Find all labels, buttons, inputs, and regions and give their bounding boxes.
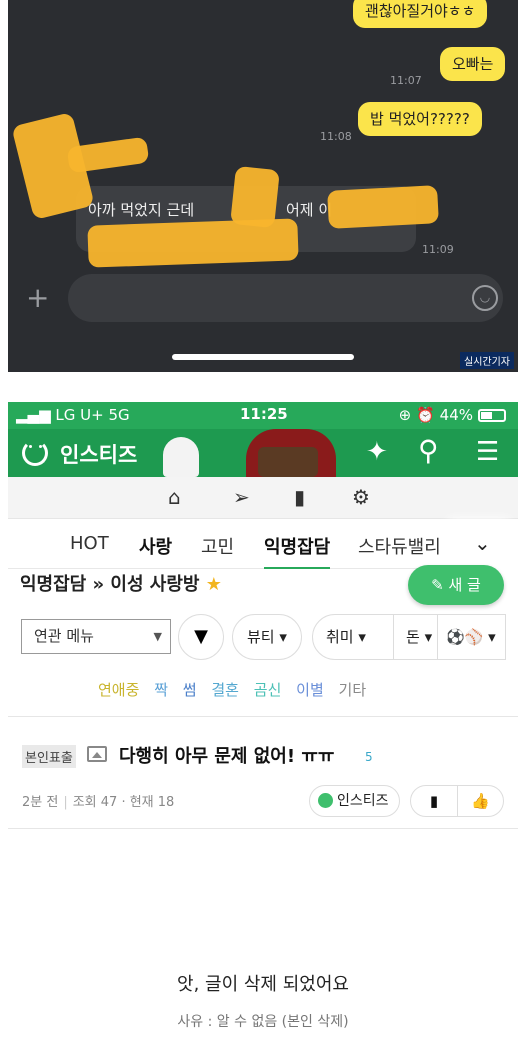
chat-timestamp: 11:09: [422, 243, 454, 256]
deleted-reason: 사유 : 알 수 없음 (본인 삭제): [177, 1014, 349, 1030]
money-filter-pill[interactable]: 돈 ▾: [393, 615, 432, 659]
magic-wand-icon[interactable]: ✦: [366, 437, 388, 467]
watermark: 실시간기자: [460, 352, 514, 369]
censor-mark: [87, 218, 299, 268]
subcategory-list: 연애중 짝 썸 결혼 곰신 이별 기타: [98, 679, 376, 700]
category-military[interactable]: 곰신: [254, 681, 282, 699]
tab-love[interactable]: 사랑: [139, 533, 172, 559]
category-crush[interactable]: 짝: [154, 681, 168, 699]
deleted-message: 앗, 글이 삭제 되었어요: [177, 974, 349, 995]
holiday-decoration: [163, 437, 199, 477]
filter-icon[interactable]: ▼: [178, 614, 224, 660]
divider: [8, 716, 518, 717]
chat-bubble-mine: 오빠는: [440, 47, 506, 81]
category-breakup[interactable]: 이별: [296, 681, 324, 699]
category-some[interactable]: 썸: [183, 681, 197, 699]
bookmark-icon[interactable]: ▮: [411, 786, 457, 816]
star-icon[interactable]: ★: [206, 574, 222, 595]
chat-input-field[interactable]: ◡ #: [68, 274, 503, 322]
app-header: 인스티즈 ✦ ⚲ ☰: [8, 429, 518, 477]
filter-pill-group: 취미 ▾ 돈 ▾ ⚽⚾ ▾: [312, 614, 506, 660]
board-title: 익명잡담 » 이성 사랑방 ★: [20, 574, 222, 595]
chat-bubble-mine: 괜찮아질거야ㅎㅎ: [353, 0, 488, 28]
chat-input-bar: + ◡ #: [8, 274, 518, 324]
chat-timestamp: 11:07: [390, 74, 422, 87]
chat-text: 아까 먹었지 근데: [88, 201, 195, 219]
send-icon[interactable]: ➢: [233, 485, 250, 509]
tab-stardew-valley[interactable]: 스타듀밸리: [358, 533, 441, 559]
hobby-filter-pill[interactable]: 취미 ▾: [326, 615, 366, 659]
app-logo-text[interactable]: 인스티즈: [60, 439, 137, 469]
category-etc[interactable]: 기타: [339, 681, 367, 699]
logo-icon[interactable]: [22, 440, 48, 466]
alarm-icon: ⊕ ⏰: [398, 406, 435, 424]
beauty-filter-pill[interactable]: 뷰티 ▾: [232, 614, 302, 660]
settings-icon[interactable]: ⚙: [352, 485, 370, 509]
tab-worry[interactable]: 고민: [201, 533, 234, 559]
chat-timestamp: 11:08: [320, 130, 352, 143]
new-post-button[interactable]: ✎ 새 글: [408, 565, 504, 605]
home-icon[interactable]: ⌂: [168, 485, 181, 509]
status-right: ⊕ ⏰ 44%: [399, 406, 506, 424]
bookmark-icon[interactable]: ▮: [294, 485, 305, 509]
tab-hot[interactable]: HOT: [70, 533, 109, 554]
carrier-label: ▂▄▆ LG U+ 5G: [16, 406, 130, 424]
post-title: 다행히 아무 문제 없어! ㅠㅠ: [119, 746, 335, 767]
tabs-expand-button[interactable]: ⌄: [456, 519, 518, 569]
chevron-down-icon: ⌄: [474, 531, 491, 555]
divider: [8, 828, 518, 829]
caret-down-icon: ▼: [153, 630, 162, 643]
identity-badge: 본인표출: [22, 745, 76, 768]
author-chip[interactable]: 인스티즈: [309, 785, 400, 817]
thumbs-up-icon[interactable]: 👍: [457, 786, 503, 816]
chat-bubble-mine: 밥 먹었어?????: [358, 102, 482, 136]
post-meta: 2분 전 | 조회 47 · 현재 18: [22, 795, 175, 810]
status-bar: ▂▄▆ LG U+ 5G 11:25 ⊕ ⏰ 44%: [8, 402, 518, 429]
image-icon: [87, 746, 107, 762]
post-views: 조회 47 · 현재 18: [72, 795, 175, 810]
holiday-decoration: [258, 447, 318, 477]
comment-count: 5: [365, 750, 373, 764]
category-tabs: HOT 사랑 고민 익명잡담 스타듀밸리 ⌄: [8, 519, 518, 569]
censor-mark: [327, 185, 439, 229]
home-indicator: [172, 354, 354, 360]
hamburger-menu-icon[interactable]: ☰: [476, 437, 499, 467]
post-time: 2분 전: [22, 795, 59, 810]
sports-filter-pill[interactable]: ⚽⚾ ▾: [437, 615, 496, 659]
emoji-icon[interactable]: ◡: [472, 285, 498, 311]
post-actions: ▮ 👍: [410, 785, 504, 817]
battery-percent: 44%: [439, 406, 473, 424]
quick-icon-row: ⌂ ➢ ▮ ⚙: [8, 477, 518, 519]
battery-icon: [478, 408, 506, 422]
avatar: [318, 793, 333, 808]
status-time: 11:25: [240, 405, 288, 423]
category-marriage[interactable]: 결혼: [211, 681, 239, 699]
chat-screenshot: 괜찮아질거야ㅎㅎ 11:07 오빠는 11:08 밥 먹었어????? 아까 먹…: [8, 0, 518, 372]
tab-anonymous-chat[interactable]: 익명잡담: [264, 533, 331, 569]
plus-icon[interactable]: +: [26, 281, 49, 315]
related-menu-select[interactable]: 연관 메뉴 ▼: [21, 619, 171, 654]
category-dating[interactable]: 연애중: [98, 681, 139, 699]
search-icon[interactable]: ⚲: [418, 434, 439, 467]
